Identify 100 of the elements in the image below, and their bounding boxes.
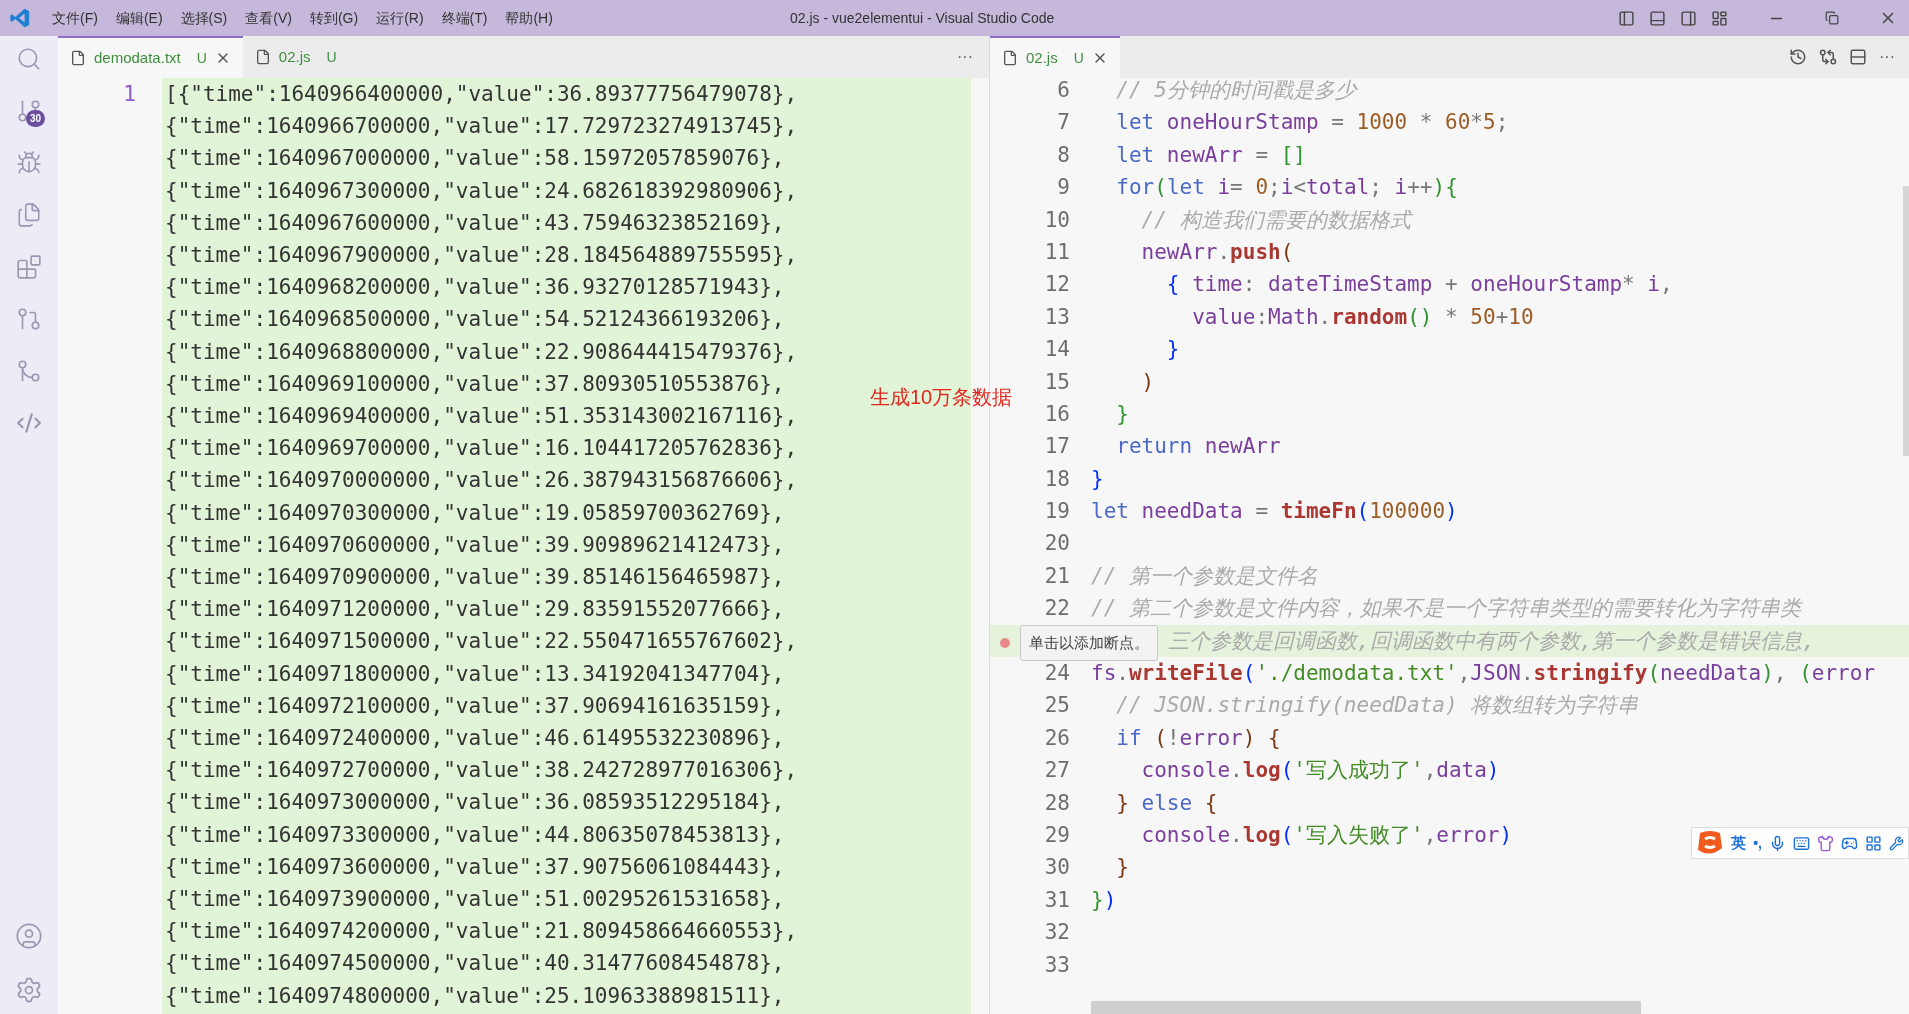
restore-icon[interactable] — [1825, 11, 1839, 25]
code-line: {"time":1640969400000,"value":51.353143002167116}, — [165, 403, 798, 431]
code-line: for(let i= 0;i<total; i++){ — [1115, 174, 1458, 202]
file-icon — [70, 50, 86, 66]
microphone-icon[interactable] — [1769, 834, 1786, 852]
code-line: ) — [1140, 368, 1155, 396]
file-icon — [1002, 50, 1018, 66]
menu-item[interactable]: 终端(T) — [432, 7, 497, 29]
toggle-secondary-sidebar-icon[interactable] — [1680, 9, 1697, 27]
window-title: 02.js - vue2elementui - Visual Studio Code — [790, 8, 1055, 28]
line-number: 9 — [1057, 174, 1070, 202]
code-line: let needData = timeFn(100000) — [1091, 498, 1458, 526]
code-line: {"time":1640970900000,"value":39.85146156465987}, — [165, 564, 785, 592]
line-number: 16 — [1044, 400, 1070, 428]
punctuation-toggle[interactable]: •, — [1753, 832, 1762, 854]
code-line: {"time":1640968500000,"value":54.52124366193206}, — [165, 306, 785, 334]
line-number: 31 — [1044, 886, 1070, 914]
shirt-icon[interactable] — [1817, 834, 1834, 852]
code-line: // 第一个参数是文件名 — [1091, 562, 1318, 590]
line-number: 15 — [1044, 368, 1070, 396]
menu-item[interactable]: 运行(R) — [367, 7, 433, 29]
line-number: 12 — [1044, 271, 1070, 299]
editor-tab[interactable]: demodata.txt U — [58, 36, 243, 78]
code-line: {"time":1640972700000,"value":38.242728977016306}, — [165, 757, 798, 785]
compare-icon[interactable] — [1819, 48, 1837, 66]
line-number: 32 — [1044, 919, 1070, 947]
line-number: 14 — [1044, 336, 1070, 364]
code-line: {"time":1640968200000,"value":36.93270128571943}, — [165, 274, 785, 302]
split-editor-icon[interactable] — [1849, 48, 1867, 66]
code-line: }) — [1091, 886, 1117, 914]
menu-item[interactable]: 转到(G) — [300, 7, 368, 29]
toggle-panel-icon[interactable] — [1649, 9, 1666, 27]
line-number: 29 — [1044, 822, 1070, 849]
menu-item[interactable]: 文件(F) — [43, 7, 107, 29]
code-line: {"time":1640973300000,"value":44.80635078453813}, — [165, 821, 785, 849]
menu-item[interactable]: 选择(S) — [171, 7, 237, 29]
code-line: return newArr — [1115, 433, 1281, 461]
code-line: {"time":1640966700000,"value":17.729723274913745}, — [165, 113, 798, 141]
code-line: {"time":1640967300000,"value":24.682618392980906}, — [165, 177, 798, 205]
grid-icon[interactable] — [1865, 834, 1882, 852]
code-line: {"time":1640967600000,"value":43.75946323852169}, — [165, 209, 785, 237]
code-line: console.log('写入失败了',error) — [1140, 822, 1513, 849]
annotation-text: 生成10万条数据 — [870, 385, 1013, 410]
code-line: let oneHourStamp = 1000 * 60*5; — [1115, 109, 1509, 137]
code-line: // 5分钟的时间戳是多少 — [1115, 78, 1356, 104]
code-line: {"time":1640974800000,"value":25.10963388981511}, — [165, 982, 785, 1010]
code-line: // JSON.stringify(needData) 将数组转为字符串 — [1115, 692, 1639, 720]
code-line: {"time":1640974200000,"value":21.809458664660553}, — [165, 918, 798, 946]
code-line: {"time":1640969700000,"value":16.104417205762836}, — [165, 435, 798, 463]
code-line: {"time":1640972100000,"value":37.90694161635159}, — [165, 692, 785, 720]
code-line: {"time":1640971800000,"value":13.34192041347704}, — [165, 660, 785, 688]
line-number: 20 — [1044, 530, 1070, 558]
code-line: {"time":1640971200000,"value":29.83591552077666}, — [165, 596, 785, 624]
line-number: 11 — [1044, 238, 1070, 266]
line-number: 24 — [1044, 660, 1070, 688]
tab-label: demodata.txt — [94, 47, 181, 68]
more-actions-button[interactable]: ··· — [957, 45, 973, 69]
notification-badge: 30 — [26, 110, 46, 127]
menu-item[interactable]: 查看(V) — [236, 7, 301, 29]
tab-label: 02.js — [1026, 47, 1058, 68]
menu-item[interactable]: 编辑(E) — [106, 7, 172, 29]
code-line: } — [1115, 400, 1129, 428]
vertical-scrollbar[interactable] — [1903, 186, 1909, 456]
code-line: // 第二个参数是文件内容，如果不是一个字符串类型的需要转化为字符串类 — [1091, 595, 1801, 623]
code-line: value:Math.random() * 50+10 — [1191, 303, 1534, 331]
wrench-icon[interactable] — [1889, 835, 1904, 851]
code-line: } — [1115, 854, 1129, 882]
line-number: 17 — [1044, 433, 1070, 461]
tooltip: 单击以添加断点。 — [1020, 625, 1158, 661]
input-mode-label[interactable]: 英 — [1731, 831, 1747, 855]
keyboard-icon[interactable] — [1793, 834, 1810, 852]
line-number: 8 — [1057, 141, 1070, 169]
line-number: 1 — [123, 81, 136, 108]
line-number: 19 — [1044, 498, 1070, 526]
code-line: {"time":1640973900000,"value":51.00295261531658}, — [165, 886, 785, 914]
line-number: 6 — [1057, 78, 1070, 104]
code-line: fs.writeFile('./demodata.txt',JSON.stringify(needData), (error — [1091, 660, 1876, 688]
toggle-sidebar-icon[interactable] — [1618, 9, 1635, 27]
file-icon — [254, 49, 271, 65]
code-line: {"time":1640973000000,"value":36.08593512295184}, — [165, 789, 785, 817]
code-line: {"time":1640967000000,"value":58.15972057859076}, — [165, 145, 785, 173]
horizontal-scrollbar[interactable] — [1091, 1001, 1641, 1014]
code-line: {"time":1640970600000,"value":39.90989621412473}, — [165, 531, 785, 559]
line-number: 33 — [1044, 951, 1070, 979]
line-number: 25 — [1044, 692, 1070, 720]
code-line: {"time":1640968800000,"value":22.908644415479376}, — [165, 338, 798, 366]
code-line: } — [1165, 336, 1180, 364]
code-line: console.log('写入成功了',data) — [1140, 757, 1500, 785]
code-line: let newArr = [] — [1115, 141, 1306, 169]
code-line: } else { — [1115, 789, 1218, 817]
line-number: 22 — [1044, 595, 1070, 623]
more-actions-button[interactable]: ··· — [1879, 45, 1895, 69]
line-number: 26 — [1044, 724, 1070, 752]
history-icon[interactable] — [1789, 48, 1807, 66]
tab-status: U — [196, 48, 207, 68]
line-number: 27 — [1044, 757, 1070, 785]
code-line: { time: dateTimeStamp + oneHourStamp* i, — [1165, 271, 1673, 299]
layout-icon[interactable] — [1711, 9, 1728, 27]
menu-item[interactable]: 帮助(H) — [496, 7, 562, 29]
editor-tab[interactable]: 02.js U — [990, 36, 1120, 78]
